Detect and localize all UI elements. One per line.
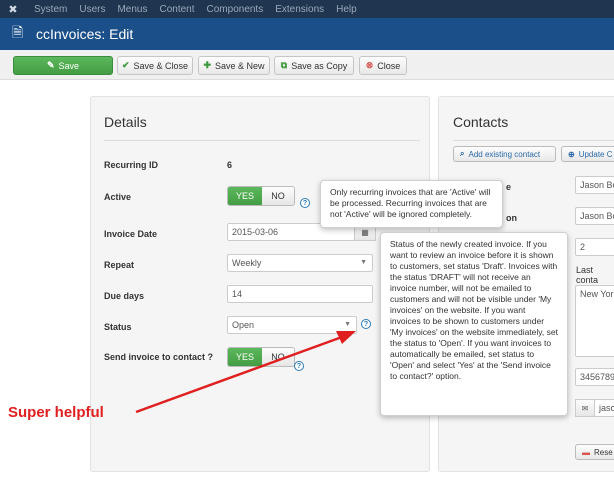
chevron-down-icon: ▼ (344, 321, 351, 328)
close-label: Close (377, 60, 401, 71)
reset-label: Rese (594, 447, 613, 457)
status-select[interactable]: Open ▼ (227, 316, 357, 334)
contact-person-input[interactable]: Jason Bo (575, 207, 614, 225)
save-button[interactable]: ✎ Save (13, 56, 113, 75)
repeat-select[interactable]: Weekly ▼ (227, 254, 373, 272)
contact-phone-input[interactable]: 3456789 (575, 368, 614, 386)
send-help-icon[interactable]: ? (294, 361, 304, 371)
email-icon: ✉ (575, 399, 595, 417)
save-close-label: Save & Close (133, 60, 189, 71)
due-days-label: Due days (104, 291, 145, 301)
contact-person-label-fragment: on (506, 213, 517, 223)
contacts-divider (453, 140, 614, 141)
active-yes-option[interactable]: YES (228, 187, 262, 205)
due-days-input[interactable]: 14 (227, 285, 373, 303)
annotation-text: Super helpful (8, 404, 104, 421)
contacts-title: Contacts (453, 114, 509, 130)
save-copy-button[interactable]: ⧉ Save as Copy (274, 56, 354, 75)
repeat-label: Repeat (104, 260, 135, 270)
status-help-icon[interactable]: ? (361, 319, 371, 329)
plus-icon: ✚ (203, 60, 211, 70)
send-no-option[interactable]: NO (262, 348, 294, 366)
active-tooltip: Only recurring invoices that are 'Active… (320, 180, 503, 228)
copy-icon: ⧉ (280, 60, 288, 70)
page-header: 🗎 ccInvoices: Edit (0, 18, 614, 50)
page-title: ccInvoices: Edit (36, 26, 134, 42)
close-icon: ⊗ (365, 60, 374, 70)
search-icon: ⌕ (460, 149, 465, 158)
active-help-icon[interactable]: ? (300, 198, 310, 208)
contact-address-input[interactable]: New York (575, 285, 614, 357)
menu-help[interactable]: Help (336, 4, 357, 15)
contact-name-label-fragment: e (506, 182, 512, 192)
save-new-button[interactable]: ✚ Save & New (198, 56, 270, 75)
status-label: Status (104, 322, 132, 332)
details-divider (104, 140, 420, 141)
menu-extensions[interactable]: Extensions (275, 4, 324, 15)
save-close-button[interactable]: ✔ Save & Close (117, 56, 193, 75)
active-label: Active (104, 192, 132, 202)
status-value: Open (232, 320, 255, 330)
menu-components[interactable]: Components (207, 4, 264, 15)
save-copy-label: Save as Copy (291, 60, 348, 71)
top-menubar: ✖ System Users Menus Content Components … (0, 0, 614, 18)
contact-email-input[interactable]: jaso (594, 399, 614, 417)
update-label: Update C (578, 149, 613, 159)
minus-icon: ▬ (582, 447, 590, 457)
edit-icon: ✎ (46, 60, 55, 70)
plus-circle-icon: ⊕ (568, 149, 575, 159)
joomla-logo-icon[interactable]: ✖ (4, 0, 22, 18)
send-yes-option[interactable]: YES (228, 348, 262, 366)
invoice-date-label: Invoice Date (104, 229, 158, 239)
contact-name-input[interactable]: Jason Bo (575, 176, 614, 194)
recurring-id-label: Recurring ID (104, 160, 159, 170)
update-contact-button[interactable]: ⊕ Update C (561, 146, 614, 162)
status-tooltip: Status of the newly created invoice. If … (380, 232, 568, 416)
send-invoice-toggle[interactable]: YES NO (227, 347, 295, 367)
add-existing-label: Add existing contact (468, 149, 541, 159)
menu-system[interactable]: System (34, 4, 67, 15)
add-existing-contact-button[interactable]: ⌕ Add existing contact (453, 146, 556, 162)
contact-number-input[interactable]: 2 (575, 238, 614, 256)
menu-content[interactable]: Content (159, 4, 194, 15)
chevron-down-icon: ▼ (360, 259, 367, 266)
reset-button[interactable]: ▬ Rese (575, 444, 614, 460)
active-toggle[interactable]: YES NO (227, 186, 295, 206)
invoice-icon: 🗎 (12, 24, 24, 40)
details-panel (90, 96, 430, 472)
save-new-label: Save & New (215, 60, 265, 71)
check-icon: ✔ (121, 60, 130, 70)
send-invoice-label: Send invoice to contact ? (104, 352, 214, 362)
save-label: Save (58, 60, 80, 71)
details-title: Details (104, 114, 147, 130)
menu-users[interactable]: Users (79, 4, 105, 15)
active-no-option[interactable]: NO (262, 187, 294, 205)
close-button[interactable]: ⊗ Close (359, 56, 407, 75)
recurring-id-value: 6 (227, 160, 233, 170)
last-contact-label: Last conta (576, 265, 599, 285)
repeat-value: Weekly (232, 258, 262, 268)
toolbar: ✎ Save ✔ Save & Close ✚ Save & New ⧉ Sav… (0, 50, 614, 80)
menu-menus[interactable]: Menus (117, 4, 147, 15)
